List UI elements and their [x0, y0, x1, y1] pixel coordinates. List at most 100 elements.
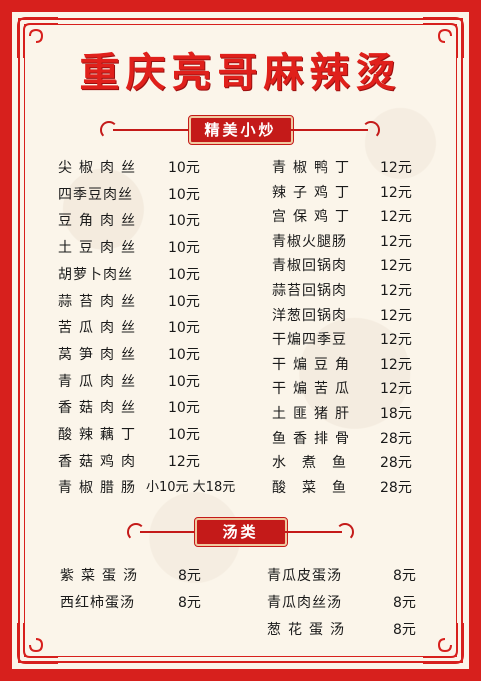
menu-item-name: 莴笋肉丝 — [58, 346, 142, 363]
menu-item: 青椒火腿肠 12元 — [272, 231, 432, 253]
menu-item: 四季豆肉丝 10元 — [58, 184, 248, 206]
menu-item-name: 青椒火腿肠 — [272, 233, 347, 250]
menu-item: 青椒鸭丁 12元 — [272, 157, 432, 179]
menu-item-name: 洋葱回锅肉 — [272, 307, 347, 324]
menu-item: 青瓜皮蛋汤 8元 — [267, 565, 432, 587]
menu-item-name: 胡萝卜肉丝 — [58, 266, 133, 283]
menu-item-name: 宫保鸡丁 — [272, 209, 356, 226]
menu-item: 洋葱回锅肉 12元 — [272, 305, 432, 327]
menu-item-name: 干煸四季豆 — [272, 332, 347, 349]
menu-item-price: 小10元 大18元 — [146, 480, 236, 496]
menu-item: 酸菜鱼 28元 — [272, 477, 432, 499]
menu-item-price: 12元 — [380, 307, 412, 324]
menu-item: 辣子鸡丁 12元 — [272, 182, 432, 204]
menu-item-price: 12元 — [380, 381, 412, 398]
menu-item-name: 青瓜肉丝汤 — [267, 595, 342, 611]
menu-item-name: 辣子鸡丁 — [272, 184, 356, 201]
menu-item-price: 10元 — [168, 160, 200, 176]
menu-item: 莴笋肉丝 10元 — [58, 344, 248, 366]
menu-item-price: 10元 — [168, 240, 200, 257]
menu-item-name: 蒜苔肉丝 — [58, 293, 142, 310]
menu-item-name: 苦瓜肉丝 — [58, 320, 142, 337]
menu-item: 紫菜蛋汤 8元 — [60, 565, 230, 587]
menu-item-price: 10元 — [168, 400, 200, 417]
menu-item-name: 青瓜肉丝 — [58, 373, 142, 390]
menu-item: 青瓜肉丝 10元 — [58, 371, 248, 393]
menu-item-price: 10元 — [168, 427, 200, 443]
menu-item-price: 8元 — [393, 622, 416, 638]
menu-item-price: 8元 — [178, 568, 201, 584]
menu-item: 胡萝卜肉丝 10元 — [58, 264, 248, 286]
section-banner-soup: 汤类 — [0, 517, 481, 548]
menu-item: 豆角肉丝 10元 — [58, 210, 248, 232]
menu-item-name: 鱼香排骨 — [272, 430, 356, 447]
menu-item: 香菇肉丝 10元 — [58, 397, 248, 419]
menu-item-name: 酸辣藕丁 — [58, 427, 142, 443]
menu-item-name: 西红柿蛋汤 — [60, 595, 135, 611]
menu-item: 土豆肉丝 10元 — [58, 237, 248, 259]
menu-item-name: 青椒回锅肉 — [272, 258, 347, 275]
menu-item-price: 10元 — [168, 266, 200, 283]
menu-item-price: 12元 — [380, 209, 412, 226]
menu-item: 干煸苦瓜 12元 — [272, 378, 432, 400]
menu-item-price: 8元 — [393, 568, 416, 584]
menu-item: 青椒腊肠 小10元 大18元 — [58, 477, 248, 499]
menu-item-price: 10元 — [168, 213, 200, 230]
menu-item: 土匪猪肝 18元 — [272, 403, 432, 425]
menu-item-price: 12元 — [168, 453, 200, 470]
menu-item-price: 12元 — [380, 160, 412, 176]
menu-item-name: 蒜苔回锅肉 — [272, 283, 347, 299]
menu-item-price: 12元 — [380, 184, 412, 201]
restaurant-title: 重庆亮哥麻辣烫 — [79, 49, 402, 96]
menu-item-name: 酸菜鱼 — [272, 479, 362, 496]
menu-item-price: 12元 — [380, 283, 412, 299]
menu-item-price: 8元 — [393, 595, 416, 611]
menu-item-name: 干煸豆角 — [272, 356, 356, 373]
menu-item: 干煸豆角 12元 — [272, 354, 432, 376]
menu-item-name: 水煮鱼 — [272, 455, 362, 472]
menu-item: 酸辣藕丁 10元 — [58, 424, 248, 446]
menu-item-price: 10元 — [168, 186, 200, 203]
menu-poster: 重庆亮哥麻辣烫 精美小炒 尖椒肉丝 10元 四季豆肉丝 10元 豆角肉丝 10元 土豆肉丝 1… — [0, 0, 481, 681]
menu-item-name: 土豆肉丝 — [58, 240, 142, 257]
menu-item: 干煸四季豆 12元 — [272, 329, 432, 351]
menu-item-price: 18元 — [380, 406, 412, 422]
menu-item-price: 8元 — [178, 595, 201, 611]
menu-item-name: 青椒鸭丁 — [272, 160, 356, 176]
menu-item-name: 紫菜蛋汤 — [60, 568, 144, 584]
menu-item-name: 香菇鸡肉 — [58, 453, 142, 470]
menu-item: 葱花蛋汤 8元 — [267, 619, 432, 641]
menu-item-name: 香菇肉丝 — [58, 400, 142, 417]
corner-ornament-icon — [16, 621, 60, 665]
menu-item-name: 豆角肉丝 — [58, 213, 142, 230]
menu-item-price: 28元 — [380, 430, 412, 447]
menu-item: 尖椒肉丝 10元 — [58, 157, 248, 179]
menu-item: 青瓜肉丝汤 8元 — [267, 592, 432, 614]
menu-item-name: 青椒腊肠 — [58, 480, 142, 497]
menu-item-price: 10元 — [168, 346, 200, 363]
menu-item-price: 12元 — [380, 258, 412, 275]
menu-item-name: 干煸苦瓜 — [272, 381, 356, 398]
menu-item-name: 尖椒肉丝 — [58, 160, 142, 176]
menu-item-price: 12元 — [380, 332, 412, 349]
menu-item: 苦瓜肉丝 10元 — [58, 317, 248, 339]
menu-item-name: 葱花蛋汤 — [267, 622, 351, 638]
menu-item-price: 10元 — [168, 320, 200, 337]
menu-item: 宫保鸡丁 12元 — [272, 206, 432, 228]
section-banner-stir-fry: 精美小炒 — [0, 115, 481, 146]
menu-item: 青椒回锅肉 12元 — [272, 255, 432, 277]
menu-item-name: 土匪猪肝 — [272, 406, 356, 422]
menu-item: 鱼香排骨 28元 — [272, 428, 432, 450]
menu-item: 西红柿蛋汤 8元 — [60, 592, 230, 614]
menu-item-price: 12元 — [380, 356, 412, 373]
section-heading: 精美小炒 — [187, 115, 294, 145]
menu-item: 香菇鸡肉 12元 — [58, 451, 248, 473]
menu-item-name: 四季豆肉丝 — [58, 186, 133, 203]
menu-item-price: 10元 — [168, 373, 200, 390]
menu-item: 水煮鱼 28元 — [272, 452, 432, 474]
menu-item: 蒜苔回锅肉 12元 — [272, 280, 432, 302]
menu-item-name: 青瓜皮蛋汤 — [267, 568, 342, 584]
menu-item-price: 10元 — [168, 293, 200, 310]
menu-item-price: 28元 — [380, 479, 412, 496]
menu-item: 蒜苔肉丝 10元 — [58, 291, 248, 313]
